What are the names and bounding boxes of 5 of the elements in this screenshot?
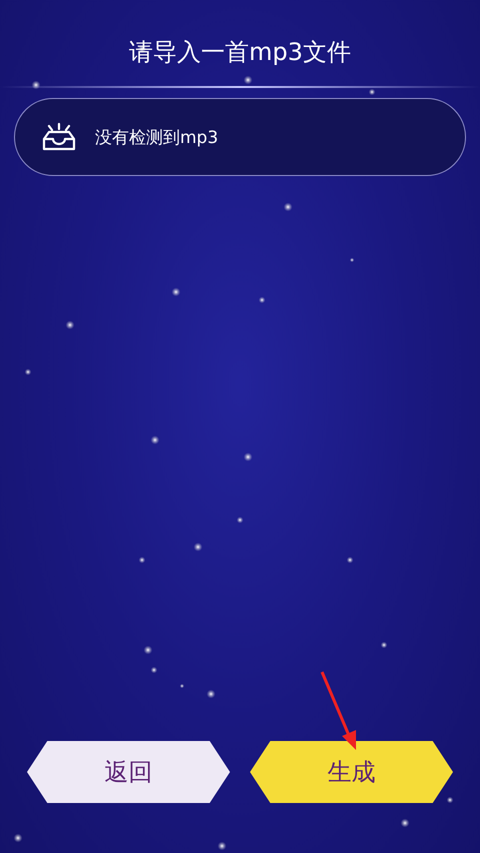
- page-title: 请导入一首mp3文件: [129, 37, 351, 68]
- status-message: 没有检测到mp3: [95, 126, 218, 148]
- inbox-icon: [42, 122, 76, 152]
- generate-button[interactable]: 生成: [250, 741, 453, 803]
- back-button[interactable]: 返回: [27, 741, 230, 803]
